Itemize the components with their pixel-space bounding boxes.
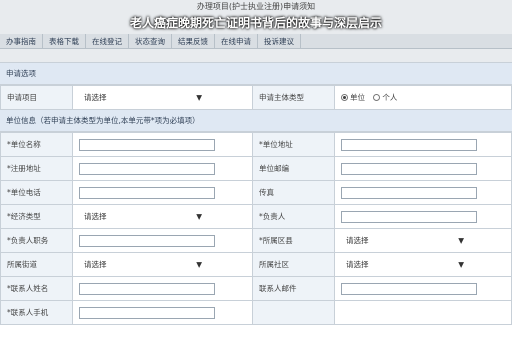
left-field-label: *单位电话 xyxy=(0,180,73,205)
right-field-label xyxy=(252,300,335,325)
left-text-input[interactable] xyxy=(79,234,215,247)
tab-bar: 办事指南 表格下载 在线登记 状态查询 结果反馈 在线申请 投诉建议 xyxy=(0,34,512,49)
application-form: 申请选项 申请项目 请选择 ▼ 申请主体类型 单位 个人 单位信息（若申请主体类… xyxy=(0,62,512,340)
select-value: 请选择 xyxy=(346,236,369,245)
right-text-input[interactable] xyxy=(341,162,477,175)
right-text-input[interactable] xyxy=(341,282,477,295)
dropdown-arrow-icon: ▼ xyxy=(458,260,464,269)
radio-personal[interactable]: 个人 xyxy=(373,92,397,103)
left-text-input[interactable] xyxy=(79,306,215,319)
radio-unit-label: 单位 xyxy=(350,93,365,102)
radio-checked-icon xyxy=(341,94,348,101)
left-field-label: 所属街道 xyxy=(0,252,73,277)
table-row: *单位名称 *单位地址 xyxy=(0,132,512,157)
table-row: *经济类型 请选择 ▼ *负责人 xyxy=(0,204,512,229)
dropdown-arrow-icon: ▼ xyxy=(196,260,202,269)
right-text-input[interactable] xyxy=(341,210,477,223)
apply-options-table: 申请项目 请选择 ▼ 申请主体类型 单位 个人 xyxy=(0,85,512,110)
right-text-input[interactable] xyxy=(341,138,477,151)
tab-status[interactable]: 状态查询 xyxy=(129,34,172,49)
overlay-caption: 老人癌症晚期死亡证明书背后的故事与深层启示 xyxy=(129,16,382,30)
project-label: 申请项目 xyxy=(0,85,73,110)
subject-type-label: 申请主体类型 xyxy=(252,85,335,110)
table-row: *负责人职务 *所属区县 请选择 ▼ xyxy=(0,228,512,253)
left-field-label: *联系人手机 xyxy=(0,300,73,325)
right-field-label: 单位邮编 xyxy=(252,156,335,181)
left-field-label: *负责人职务 xyxy=(0,228,73,253)
tab-feedback[interactable]: 结果反馈 xyxy=(172,34,215,49)
unit-info-table: *单位名称 *单位地址 *注册地址 单位邮编 *单位电话 传真 *经济类型 请选择 ▼ *负责人 *… xyxy=(0,132,512,325)
dropdown-arrow-icon: ▼ xyxy=(196,212,202,221)
tab-online-apply[interactable]: 在线申请 xyxy=(215,34,258,49)
apply-section-header: 申请选项 xyxy=(0,63,512,85)
left-field-label: *联系人姓名 xyxy=(0,276,73,301)
select-value: 请选择 xyxy=(84,212,107,221)
radio-personal-label: 个人 xyxy=(382,93,398,102)
right-select[interactable]: 请选择 ▼ xyxy=(341,257,469,272)
right-select[interactable]: 请选择 ▼ xyxy=(341,233,469,248)
select-value: 请选择 xyxy=(84,260,107,269)
right-field-label: 所属社区 xyxy=(252,252,335,277)
left-select[interactable]: 请选择 ▼ xyxy=(79,209,207,224)
table-row: *联系人手机 xyxy=(0,300,512,325)
right-field-label: *负责人 xyxy=(252,204,335,229)
radio-unchecked-icon xyxy=(373,94,381,101)
left-text-input[interactable] xyxy=(79,138,215,151)
table-row: *注册地址 单位邮编 xyxy=(0,156,512,181)
project-select-value: 请选择 xyxy=(84,93,107,102)
right-field-label: 联系人邮件 xyxy=(252,276,335,301)
right-field-label: *单位地址 xyxy=(252,132,335,157)
left-text-input[interactable] xyxy=(79,186,215,199)
left-select[interactable]: 请选择 ▼ xyxy=(79,257,207,272)
window-title: 办理项目(护士执业注册)申请须知 xyxy=(196,2,316,11)
left-field-label: *经济类型 xyxy=(0,204,73,229)
right-field-label: 传真 xyxy=(252,180,335,205)
table-row: 申请项目 请选择 ▼ 申请主体类型 单位 个人 xyxy=(0,85,512,110)
unit-section-header: 单位信息（若申请主体类型为单位,本单元带*项为必填项） xyxy=(0,110,512,132)
dropdown-arrow-icon: ▼ xyxy=(458,236,464,245)
right-field-label: *所属区县 xyxy=(252,228,335,253)
select-value: 请选择 xyxy=(346,260,369,269)
table-row: *单位电话 传真 xyxy=(0,180,512,205)
left-field-label: *注册地址 xyxy=(0,156,73,181)
tab-download[interactable]: 表格下载 xyxy=(43,34,86,49)
radio-unit[interactable]: 单位 xyxy=(341,92,365,103)
dropdown-arrow-icon: ▼ xyxy=(196,93,202,102)
tab-complaint[interactable]: 投诉建议 xyxy=(258,34,301,49)
left-field-label: *单位名称 xyxy=(0,132,73,157)
tab-online-register[interactable]: 在线登记 xyxy=(86,34,129,49)
left-text-input[interactable] xyxy=(79,282,215,295)
table-row: 所属街道 请选择 ▼ 所属社区 请选择 ▼ xyxy=(0,252,512,277)
left-text-input[interactable] xyxy=(79,162,215,175)
project-select[interactable]: 请选择 ▼ xyxy=(79,90,207,105)
table-row: *联系人姓名 联系人邮件 xyxy=(0,276,512,301)
right-text-input[interactable] xyxy=(341,186,477,199)
tab-guide[interactable]: 办事指南 xyxy=(0,34,43,49)
